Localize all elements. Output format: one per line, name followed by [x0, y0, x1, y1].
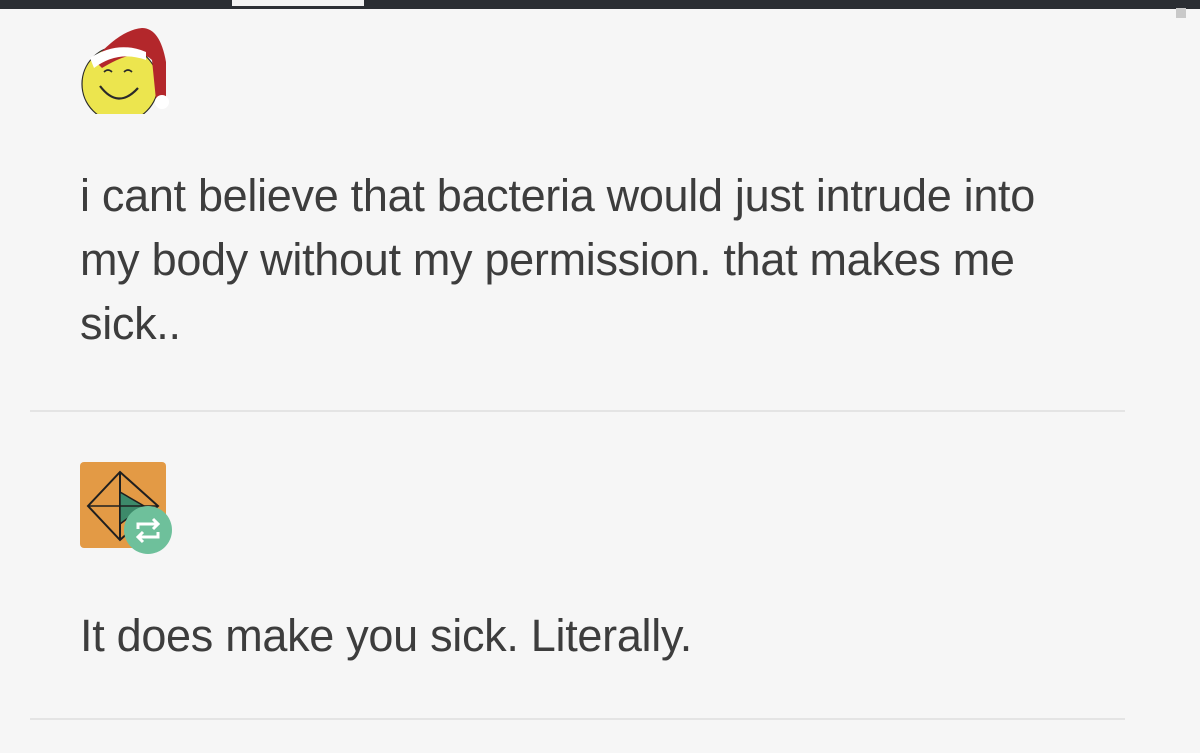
top-bar-gap — [232, 0, 364, 6]
post-text: i cant believe that bacteria would just … — [80, 170, 1035, 349]
reblog-icon — [123, 505, 173, 555]
post-text: It does make you sick. Literally. — [80, 610, 693, 661]
smiley-santa-hat-icon[interactable] — [80, 22, 172, 123]
scrollbar-thumb[interactable] — [1176, 8, 1186, 18]
divider — [30, 718, 1125, 720]
divider — [30, 410, 1125, 412]
top-bar — [0, 0, 1200, 9]
